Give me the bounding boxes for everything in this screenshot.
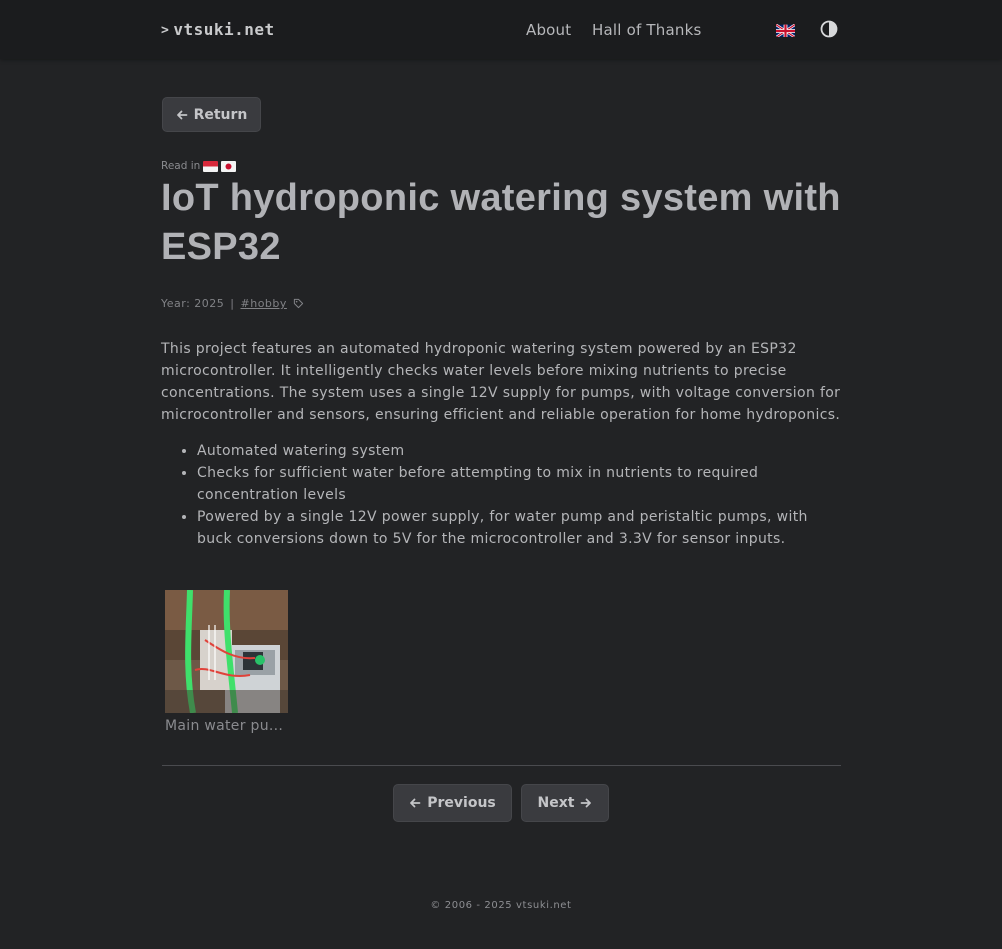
previous-button-label: Previous (427, 795, 496, 811)
nav-link-about[interactable]: About (526, 21, 571, 39)
contrast-icon[interactable] (820, 20, 838, 38)
indonesia-flag-icon[interactable] (203, 160, 219, 172)
read-in-label: Read in (161, 160, 201, 172)
logo-caret: > (161, 23, 170, 38)
article-title: IoT hydroponic watering system with ESP3… (161, 177, 841, 268)
site-logo-link[interactable]: > vtsuki.net (161, 20, 275, 39)
year-text: Year: 2025 (161, 297, 225, 310)
tag-icon (293, 298, 304, 309)
list-item: Automated watering system (197, 440, 841, 462)
feature-list: Automated watering system Checks for suf… (161, 440, 841, 550)
divider (162, 765, 841, 766)
japan-flag-icon[interactable] (221, 160, 237, 172)
return-button[interactable]: Return (162, 97, 261, 132)
footer-copyright: © 2006 - 2025 vtsuki.net (430, 900, 572, 911)
list-item: Powered by a single 12V power supply, fo… (197, 506, 841, 550)
tag-link[interactable]: #hobby (241, 297, 287, 310)
gallery-caption: Main water pu... (165, 718, 284, 734)
return-button-label: Return (193, 106, 248, 123)
article-body: This project features an automated hydro… (161, 338, 841, 550)
uk-flag-icon[interactable] (776, 23, 795, 37)
article-intro: This project features an automated hydro… (161, 341, 841, 423)
arrow-left-icon (176, 110, 187, 119)
meta-separator: | (230, 297, 235, 310)
nav-link-hall-of-thanks[interactable]: Hall of Thanks (592, 21, 701, 39)
article-meta: Year: 2025 | #hobby (161, 297, 304, 310)
gallery-image-water-pump[interactable] (165, 590, 288, 713)
next-button[interactable]: Next (521, 784, 609, 822)
arrow-left-icon (410, 798, 421, 808)
list-item: Checks for sufficient water before attem… (197, 462, 841, 506)
logo-text: vtsuki.net (173, 20, 275, 39)
read-in-languages: Read in (161, 160, 237, 172)
next-button-label: Next (537, 795, 575, 811)
arrow-right-icon (581, 798, 592, 808)
top-navbar: > vtsuki.net About Hall of Thanks (0, 0, 1002, 59)
previous-button[interactable]: Previous (393, 784, 512, 822)
